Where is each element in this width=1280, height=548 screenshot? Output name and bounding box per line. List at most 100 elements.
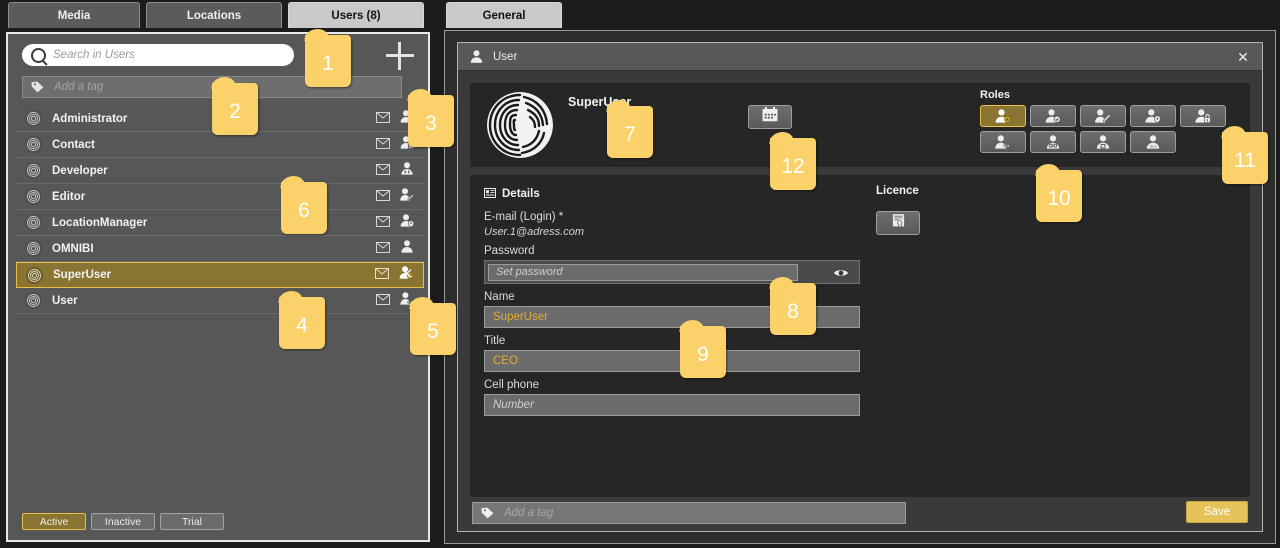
list-item[interactable]: Developer xyxy=(16,158,424,184)
tag-filter-placeholder: Add a tag xyxy=(54,81,104,93)
user-location-icon[interactable] xyxy=(400,213,415,232)
mail-icon[interactable] xyxy=(375,266,389,284)
callout-badge-2: 2 xyxy=(212,83,258,135)
callout-badge-label: 5 xyxy=(427,320,439,343)
email-value: User.1@adress.com xyxy=(484,226,585,238)
title-input[interactable]: CEO xyxy=(484,350,860,372)
roles-label: Roles xyxy=(980,89,1010,101)
list-item[interactable]: Editor xyxy=(16,184,424,210)
avatar xyxy=(26,266,43,284)
roles-grid: SLA xyxy=(980,105,1236,153)
licence-section: Licence xyxy=(876,185,1176,235)
role-admin-icon-button[interactable] xyxy=(1030,105,1076,127)
mail-icon[interactable] xyxy=(376,110,390,128)
mail-icon[interactable] xyxy=(376,162,390,180)
role-locked-icon-button[interactable] xyxy=(1180,105,1226,127)
user-plain-icon[interactable] xyxy=(400,239,414,258)
user-editor-icon[interactable] xyxy=(400,187,415,206)
save-button-label: Save xyxy=(1203,506,1231,518)
role-location-icon-button[interactable] xyxy=(1130,105,1176,127)
password-label: Password xyxy=(484,245,535,257)
status-filter-active-label: Active xyxy=(39,515,69,528)
tab-locations[interactable]: Locations xyxy=(146,2,282,28)
role-sla-icon-button[interactable]: SLA xyxy=(1130,131,1176,153)
search-icon xyxy=(31,47,46,63)
licence-title: Licence xyxy=(876,185,919,197)
cellphone-placeholder: Number xyxy=(493,399,534,411)
mail-icon[interactable] xyxy=(376,188,390,206)
avatar xyxy=(25,188,42,205)
row-icons xyxy=(376,187,415,206)
list-item-label: Editor xyxy=(52,190,86,203)
svg-text:SLA: SLA xyxy=(1150,145,1157,149)
callout-badge-6: 6 xyxy=(281,182,327,234)
remove-user-button[interactable]: ✕ xyxy=(400,267,414,282)
list-item-label: OMNIBI xyxy=(52,242,94,255)
details-icon xyxy=(484,185,496,203)
user-developer-icon[interactable] xyxy=(400,161,414,180)
role-developer-icon-button[interactable] xyxy=(1080,131,1126,153)
email-label: E-mail (Login) * xyxy=(484,211,564,223)
role-viewer-icon-button[interactable] xyxy=(980,131,1026,153)
row-icons xyxy=(376,291,414,310)
callout-badge-label: 9 xyxy=(697,343,709,366)
callout-badge-8: 8 xyxy=(770,283,816,335)
name-value: SuperUser xyxy=(493,311,548,323)
tab-general[interactable]: General xyxy=(446,2,562,28)
callout-badge-11: 11 xyxy=(1222,132,1268,184)
detail-pane: User ✕ SuperUser Roles SLA Details E-mai… xyxy=(444,30,1276,544)
certificate-icon xyxy=(891,212,906,234)
cellphone-label: Cell phone xyxy=(484,379,539,391)
list-item[interactable]: Contact xyxy=(16,132,424,158)
licence-button[interactable] xyxy=(876,211,920,235)
search-input[interactable]: Search in Users xyxy=(22,44,294,66)
details-container: Details E-mail (Login) * User.1@adress.c… xyxy=(470,175,1250,497)
search-placeholder: Search in Users xyxy=(53,49,135,61)
status-filter-group: Active Inactive Trial xyxy=(22,513,224,530)
footer-tag-input[interactable]: Add a tag xyxy=(472,502,906,524)
callout-badge-label: 1 xyxy=(322,52,334,75)
list-item-label: LocationManager xyxy=(52,216,148,229)
close-icon[interactable]: ✕ xyxy=(1235,49,1251,65)
tab-users[interactable]: Users (8) xyxy=(288,2,424,28)
avatar xyxy=(25,292,42,309)
mail-icon[interactable] xyxy=(376,292,390,310)
status-filter-trial[interactable]: Trial xyxy=(160,513,224,530)
status-filter-inactive[interactable]: Inactive xyxy=(91,513,155,530)
roles-section: Roles SLA xyxy=(980,89,1238,153)
status-filter-active[interactable]: Active xyxy=(22,513,86,530)
avatar xyxy=(25,110,42,127)
add-user-button[interactable] xyxy=(386,42,414,70)
user-editor-panel: User ✕ SuperUser Roles SLA Details E-mai… xyxy=(457,42,1263,532)
callout-badge-label: 11 xyxy=(1234,149,1256,172)
tab-media[interactable]: Media xyxy=(8,2,140,28)
password-input[interactable]: Set password xyxy=(488,263,798,281)
password-placeholder: Set password xyxy=(496,266,563,278)
mail-icon[interactable] xyxy=(376,214,390,232)
role-editor-icon-button[interactable] xyxy=(1080,105,1126,127)
callout-badge-12: 12 xyxy=(770,138,816,190)
eye-icon[interactable] xyxy=(833,266,849,280)
fingerprint-avatar xyxy=(486,91,554,159)
role-superuser-icon-button[interactable] xyxy=(980,105,1026,127)
app-window: Media Locations Users (8) General Search… xyxy=(0,0,1280,548)
callout-badge-5: 5 xyxy=(410,303,456,355)
list-item[interactable]: User xyxy=(16,288,424,314)
panel-footer: Add a tag Save xyxy=(458,495,1262,531)
mail-icon[interactable] xyxy=(376,136,390,154)
list-item[interactable]: OMNIBI xyxy=(16,236,424,262)
list-item-label: Contact xyxy=(52,138,95,151)
role-contact-icon-button[interactable] xyxy=(1030,131,1076,153)
list-item[interactable]: LocationManager xyxy=(16,210,424,236)
mail-icon[interactable] xyxy=(376,240,390,258)
list-item-label: User xyxy=(52,294,78,307)
status-filter-trial-label: Trial xyxy=(181,515,203,528)
callout-badge-1: 1 xyxy=(305,35,351,87)
panel-title: User xyxy=(493,50,518,63)
callout-badge-4: 4 xyxy=(279,297,325,349)
list-item[interactable]: SuperUser ✕ xyxy=(16,262,424,288)
save-button[interactable]: Save xyxy=(1186,501,1248,523)
tab-strip: Media Locations Users (8) General xyxy=(0,0,1280,30)
cellphone-input[interactable]: Number xyxy=(484,394,860,416)
calendar-button[interactable] xyxy=(748,105,792,129)
